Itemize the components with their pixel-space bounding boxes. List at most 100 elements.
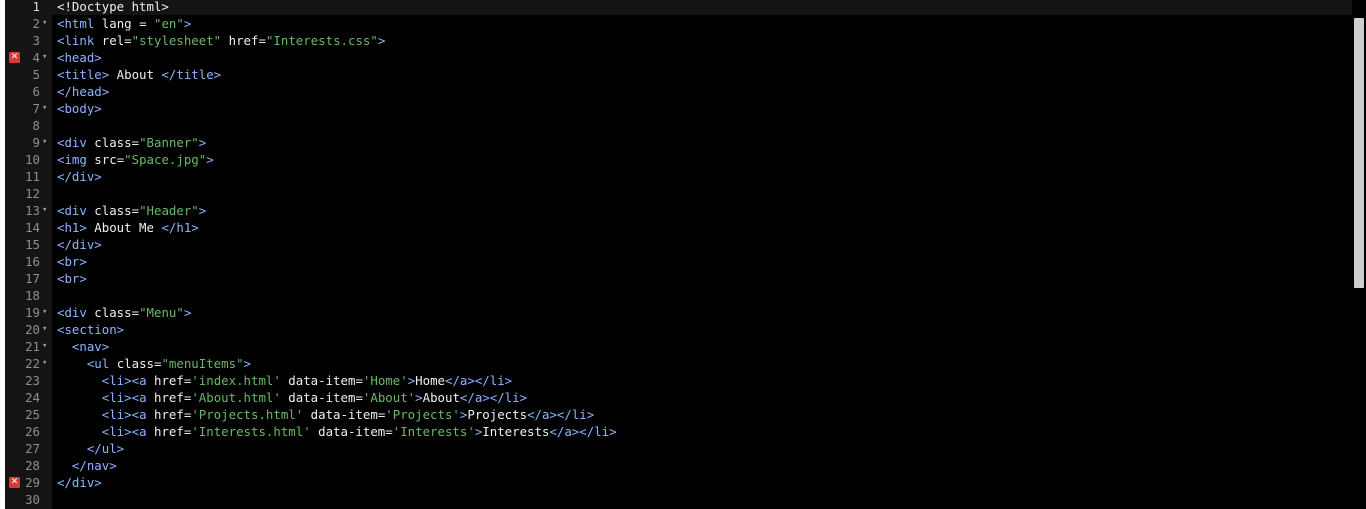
code-text[interactable]: <br> — [57, 253, 87, 270]
fold-toggle-icon[interactable]: ▾ — [42, 49, 50, 66]
code-token: href — [146, 424, 184, 439]
code-line[interactable]: 8 — [0, 117, 1352, 134]
code-token: > — [198, 203, 207, 218]
code-text[interactable]: <br> — [57, 270, 87, 287]
fold-toggle-icon[interactable]: ▾ — [42, 304, 50, 321]
code-token: "menuItems" — [161, 356, 244, 371]
code-line[interactable]: ✕ 29 </div> — [0, 474, 1352, 491]
line-number: 22 — [25, 356, 40, 371]
code-token: <br> — [57, 271, 87, 286]
code-token: > — [183, 305, 192, 320]
code-line[interactable]: 25 <li><a href='Projects.html' data-item… — [0, 406, 1352, 423]
code-line[interactable]: 30 — [0, 491, 1352, 508]
code-text[interactable]: </div> — [57, 168, 102, 185]
scrollbar-thumb[interactable] — [1354, 18, 1364, 288]
code-line[interactable]: 3 <link rel="stylesheet" href="Interests.… — [0, 32, 1352, 49]
code-text[interactable]: <section> — [57, 321, 124, 338]
code-text[interactable]: <link rel="stylesheet" href="Interests.c… — [57, 32, 385, 49]
code-token: <h1> — [57, 220, 87, 235]
code-line[interactable]: 6 </head> — [0, 83, 1352, 100]
fold-toggle-icon[interactable]: ▾ — [42, 100, 50, 117]
code-line[interactable]: 13 ▾ <div class="Header"> — [0, 202, 1352, 219]
code-token: </a></li> — [549, 424, 617, 439]
code-line[interactable]: 9 ▾ <div class="Banner"> — [0, 134, 1352, 151]
code-lines[interactable]: 1 <!Doctype html> 2 ▾ <html lang = "en"> 3 <li… — [0, 0, 1352, 508]
code-line[interactable]: 22 ▾ <ul class="menuItems"> — [0, 355, 1352, 372]
code-text[interactable]: <head> — [57, 49, 102, 66]
code-text[interactable]: </nav> — [57, 457, 117, 474]
code-editor[interactable]: 1 <!Doctype html> 2 ▾ <html lang = "en"> 3 <li… — [0, 0, 1366, 509]
code-token: "en" — [154, 16, 184, 31]
code-token: <li><a — [101, 373, 147, 388]
code-text[interactable]: <div class="Banner"> — [57, 134, 206, 151]
line-number: 23 — [25, 373, 40, 388]
code-line[interactable]: ✕ 4 ▾ <head> — [0, 49, 1352, 66]
code-token: class — [86, 305, 132, 320]
code-token: > — [183, 16, 192, 31]
code-text[interactable]: <nav> — [57, 338, 109, 355]
code-text[interactable]: <li><a href='About.html' data-item='Abou… — [57, 389, 527, 406]
code-text[interactable]: </head> — [57, 83, 109, 100]
code-token: </div> — [57, 169, 102, 184]
code-line[interactable]: 10 <img src="Space.jpg"> — [0, 151, 1352, 168]
fold-toggle-icon[interactable]: ▾ — [42, 15, 50, 32]
code-text[interactable]: <title> About </title> — [57, 66, 221, 83]
code-line[interactable]: 15 </div> — [0, 236, 1352, 253]
code-line[interactable]: 1 <!Doctype html> — [0, 0, 1352, 15]
code-token: > — [206, 152, 214, 167]
code-text[interactable]: <li><a href='Projects.html' data-item='P… — [57, 406, 594, 423]
code-text[interactable]: <img src="Space.jpg"> — [57, 151, 214, 168]
code-text[interactable]: <div class="Menu"> — [57, 304, 191, 321]
code-line[interactable]: 17 <br> — [0, 270, 1352, 287]
fold-toggle-icon[interactable]: ▾ — [42, 338, 50, 355]
code-token: <html — [57, 16, 95, 31]
code-line[interactable]: 20 ▾ <section> — [0, 321, 1352, 338]
code-text[interactable]: <h1> About Me </h1> — [57, 219, 199, 236]
code-token: = — [124, 33, 132, 48]
code-text[interactable]: <ul class="menuItems"> — [57, 355, 251, 372]
fold-toggle-icon[interactable]: ▾ — [42, 134, 50, 151]
code-text[interactable]: <html lang = "en"> — [57, 15, 191, 32]
line-number: 2 — [32, 16, 40, 31]
code-token: href — [146, 373, 184, 388]
code-line[interactable]: 5 <title> About </title> — [0, 66, 1352, 83]
code-line[interactable]: 19 ▾ <div class="Menu"> — [0, 304, 1352, 321]
code-text[interactable]: <li><a href='Interests.html' data-item='… — [57, 423, 617, 440]
code-token: 'Projects' — [385, 407, 460, 422]
fold-toggle-icon[interactable]: ▾ — [42, 355, 50, 372]
code-token: 'About' — [362, 390, 416, 405]
code-line[interactable]: 26 <li><a href = 'Interests.html' data-ite… — [0, 423, 1352, 440]
code-line[interactable]: 23 <li><a href='index.html' data-item='H… — [0, 372, 1352, 389]
code-line[interactable]: 16 <br> — [0, 253, 1352, 270]
code-line[interactable]: 12 — [0, 185, 1352, 202]
code-text[interactable]: <!Doctype html> — [57, 0, 169, 15]
line-number: 10 — [25, 152, 40, 167]
code-line[interactable]: 28 </nav> — [0, 457, 1352, 474]
code-line[interactable]: 21 ▾ <nav> — [0, 338, 1352, 355]
code-token: rel — [94, 33, 125, 48]
line-number: 3 — [32, 33, 40, 48]
code-line[interactable]: 18 — [0, 287, 1352, 304]
code-text[interactable]: <li><a href='index.html' data-item='Home… — [57, 372, 512, 389]
code-text[interactable]: </div> — [57, 236, 102, 253]
code-line[interactable]: 14 <h1> About Me </h1> — [0, 219, 1352, 236]
code-line[interactable]: 27 </ul> — [0, 440, 1352, 457]
fold-toggle-icon[interactable]: ▾ — [42, 202, 50, 219]
code-token: = — [139, 16, 154, 31]
code-line[interactable]: 11 </div> — [0, 168, 1352, 185]
code-line[interactable]: 7 ▾ <body> — [0, 100, 1352, 117]
code-token: "Interests.css" — [265, 33, 378, 48]
code-line[interactable]: 2 ▾ <html lang = "en"> — [0, 15, 1352, 32]
code-text[interactable]: <body> — [57, 100, 102, 117]
code-text[interactable]: <div class="Header"> — [57, 202, 206, 219]
code-line[interactable]: 24 <li><a href='About.html' data-item='A… — [0, 389, 1352, 406]
code-token: </title> — [161, 67, 222, 82]
line-number: 25 — [25, 407, 40, 422]
code-text[interactable]: </div> — [57, 474, 102, 491]
code-token: data-item — [280, 390, 356, 405]
fold-toggle-icon[interactable]: ▾ — [42, 321, 50, 338]
code-token: 'Home' — [362, 373, 408, 388]
code-text[interactable]: </ul> — [57, 440, 124, 457]
code-token: = — [355, 390, 363, 405]
